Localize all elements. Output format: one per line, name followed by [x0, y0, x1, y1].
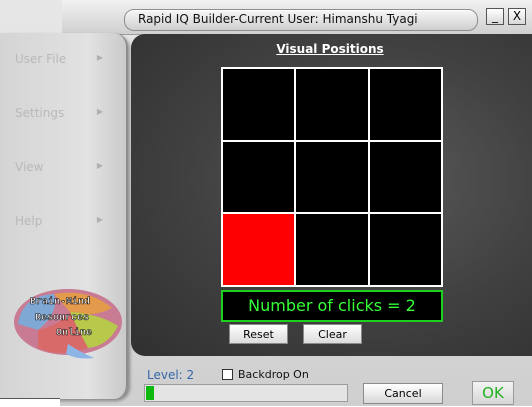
grid-cell-r1-c1[interactable]	[296, 141, 368, 213]
logo-text-line2: Resources	[35, 313, 89, 324]
grid-cell-r0-c2[interactable]	[369, 69, 441, 140]
level-progress-bar	[144, 384, 348, 402]
sidebar-item-settings[interactable]: Settings ▶	[15, 106, 115, 126]
ok-button[interactable]: OK	[472, 381, 514, 405]
chevron-right-icon: ▶	[96, 215, 103, 224]
grid-cell-r1-c2[interactable]	[369, 141, 441, 213]
grid-cell-r0-c1[interactable]	[296, 69, 368, 140]
grid-cell-r2-c2[interactable]	[369, 214, 441, 285]
sidebar-item-label: Settings	[15, 106, 65, 120]
clear-button[interactable]: Clear	[303, 324, 362, 344]
brain-mind-logo: Brain-Mind Resources Online	[14, 289, 122, 359]
grid-cell-r2-c1[interactable]	[296, 214, 368, 285]
app-window: Rapid IQ Builder-Current User: Himanshu …	[0, 0, 532, 407]
click-counter: Number of clicks = 2	[221, 290, 443, 322]
grid-cell-r1-c0[interactable]	[223, 141, 295, 213]
sidebar-item-label: Help	[15, 214, 43, 228]
chevron-right-icon: ▶	[96, 107, 103, 116]
grid-cell-r2-c0[interactable]	[223, 214, 295, 285]
close-button[interactable]: X	[508, 8, 526, 25]
grid-cell-r0-c0[interactable]	[223, 69, 295, 140]
minimize-button[interactable]: _	[486, 8, 504, 25]
sidebar-item-view[interactable]: View ▶	[15, 160, 115, 180]
position-grid	[221, 67, 443, 287]
progress-fill	[146, 386, 155, 400]
backdrop-checkbox[interactable]	[222, 369, 233, 380]
logo-text-line3: Online	[56, 327, 92, 339]
backdrop-label: Backdrop On	[238, 368, 309, 381]
sidebar-item-help[interactable]: Help ▶	[15, 214, 115, 234]
logo-text-line1: Brain-Mind	[30, 296, 90, 308]
chevron-right-icon: ▶	[96, 161, 103, 170]
cancel-button[interactable]: Cancel	[363, 383, 443, 404]
sidebar-item-label: View	[15, 160, 44, 174]
level-indicator: Level: 2	[147, 368, 195, 382]
panel-title: Visual Positions	[276, 42, 384, 56]
window-title: Rapid IQ Builder-Current User: Himanshu …	[138, 12, 418, 26]
reset-button[interactable]: Reset	[229, 324, 288, 344]
